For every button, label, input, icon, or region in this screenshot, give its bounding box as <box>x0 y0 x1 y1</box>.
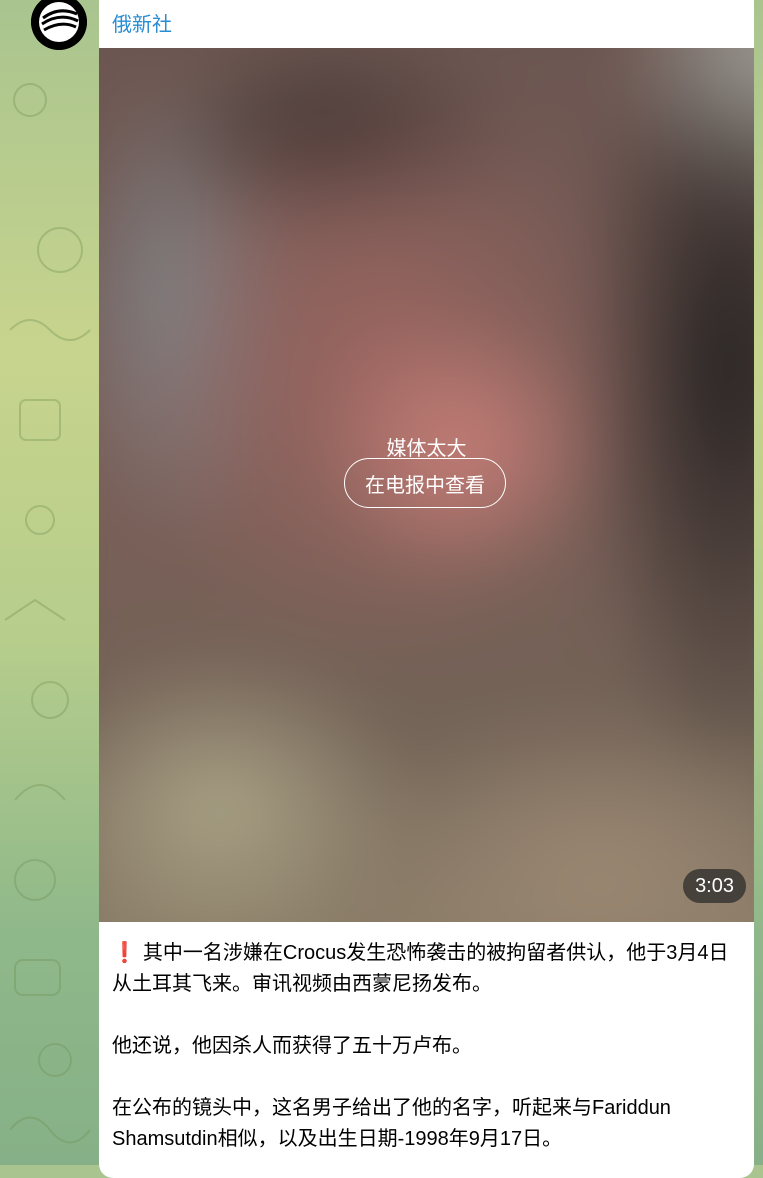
ria-logo-icon <box>31 0 87 50</box>
media-too-big-label: 媒体太大 <box>386 438 467 460</box>
view-in-telegram-button[interactable]: 在电报中查看 <box>344 458 506 508</box>
exclamation-icon: ❗ <box>112 942 137 964</box>
video-duration-badge: 3:03 <box>683 869 746 903</box>
message-paragraph: ❗ 其中一名涉嫌在Crocus发生恐怖袭击的被拘留者供认，他于3月4日从土耳其飞来… <box>112 942 729 995</box>
channel-name-link[interactable]: 俄新社 <box>112 8 172 37</box>
message-paragraph: 他还说，他因杀人而获得了五十万卢布。 <box>112 1035 472 1057</box>
message-bubble: 俄新社 媒体太大 在电报中查看 3:03 ❗ 其中一名涉嫌在Crocus发生恐怖袭… <box>99 0 754 1178</box>
message-text: ❗ 其中一名涉嫌在Crocus发生恐怖袭击的被拘留者供认，他于3月4日从土耳其飞来… <box>112 938 740 1178</box>
video-preview[interactable]: 媒体太大 在电报中查看 3:03 <box>99 48 754 922</box>
chat-background-pattern <box>4 83 91 1144</box>
channel-avatar[interactable] <box>31 0 87 50</box>
message-paragraph: 在公布的镜头中，这名男子给出了他的名字，听起来与Fariddun Shamsut… <box>112 1097 671 1150</box>
